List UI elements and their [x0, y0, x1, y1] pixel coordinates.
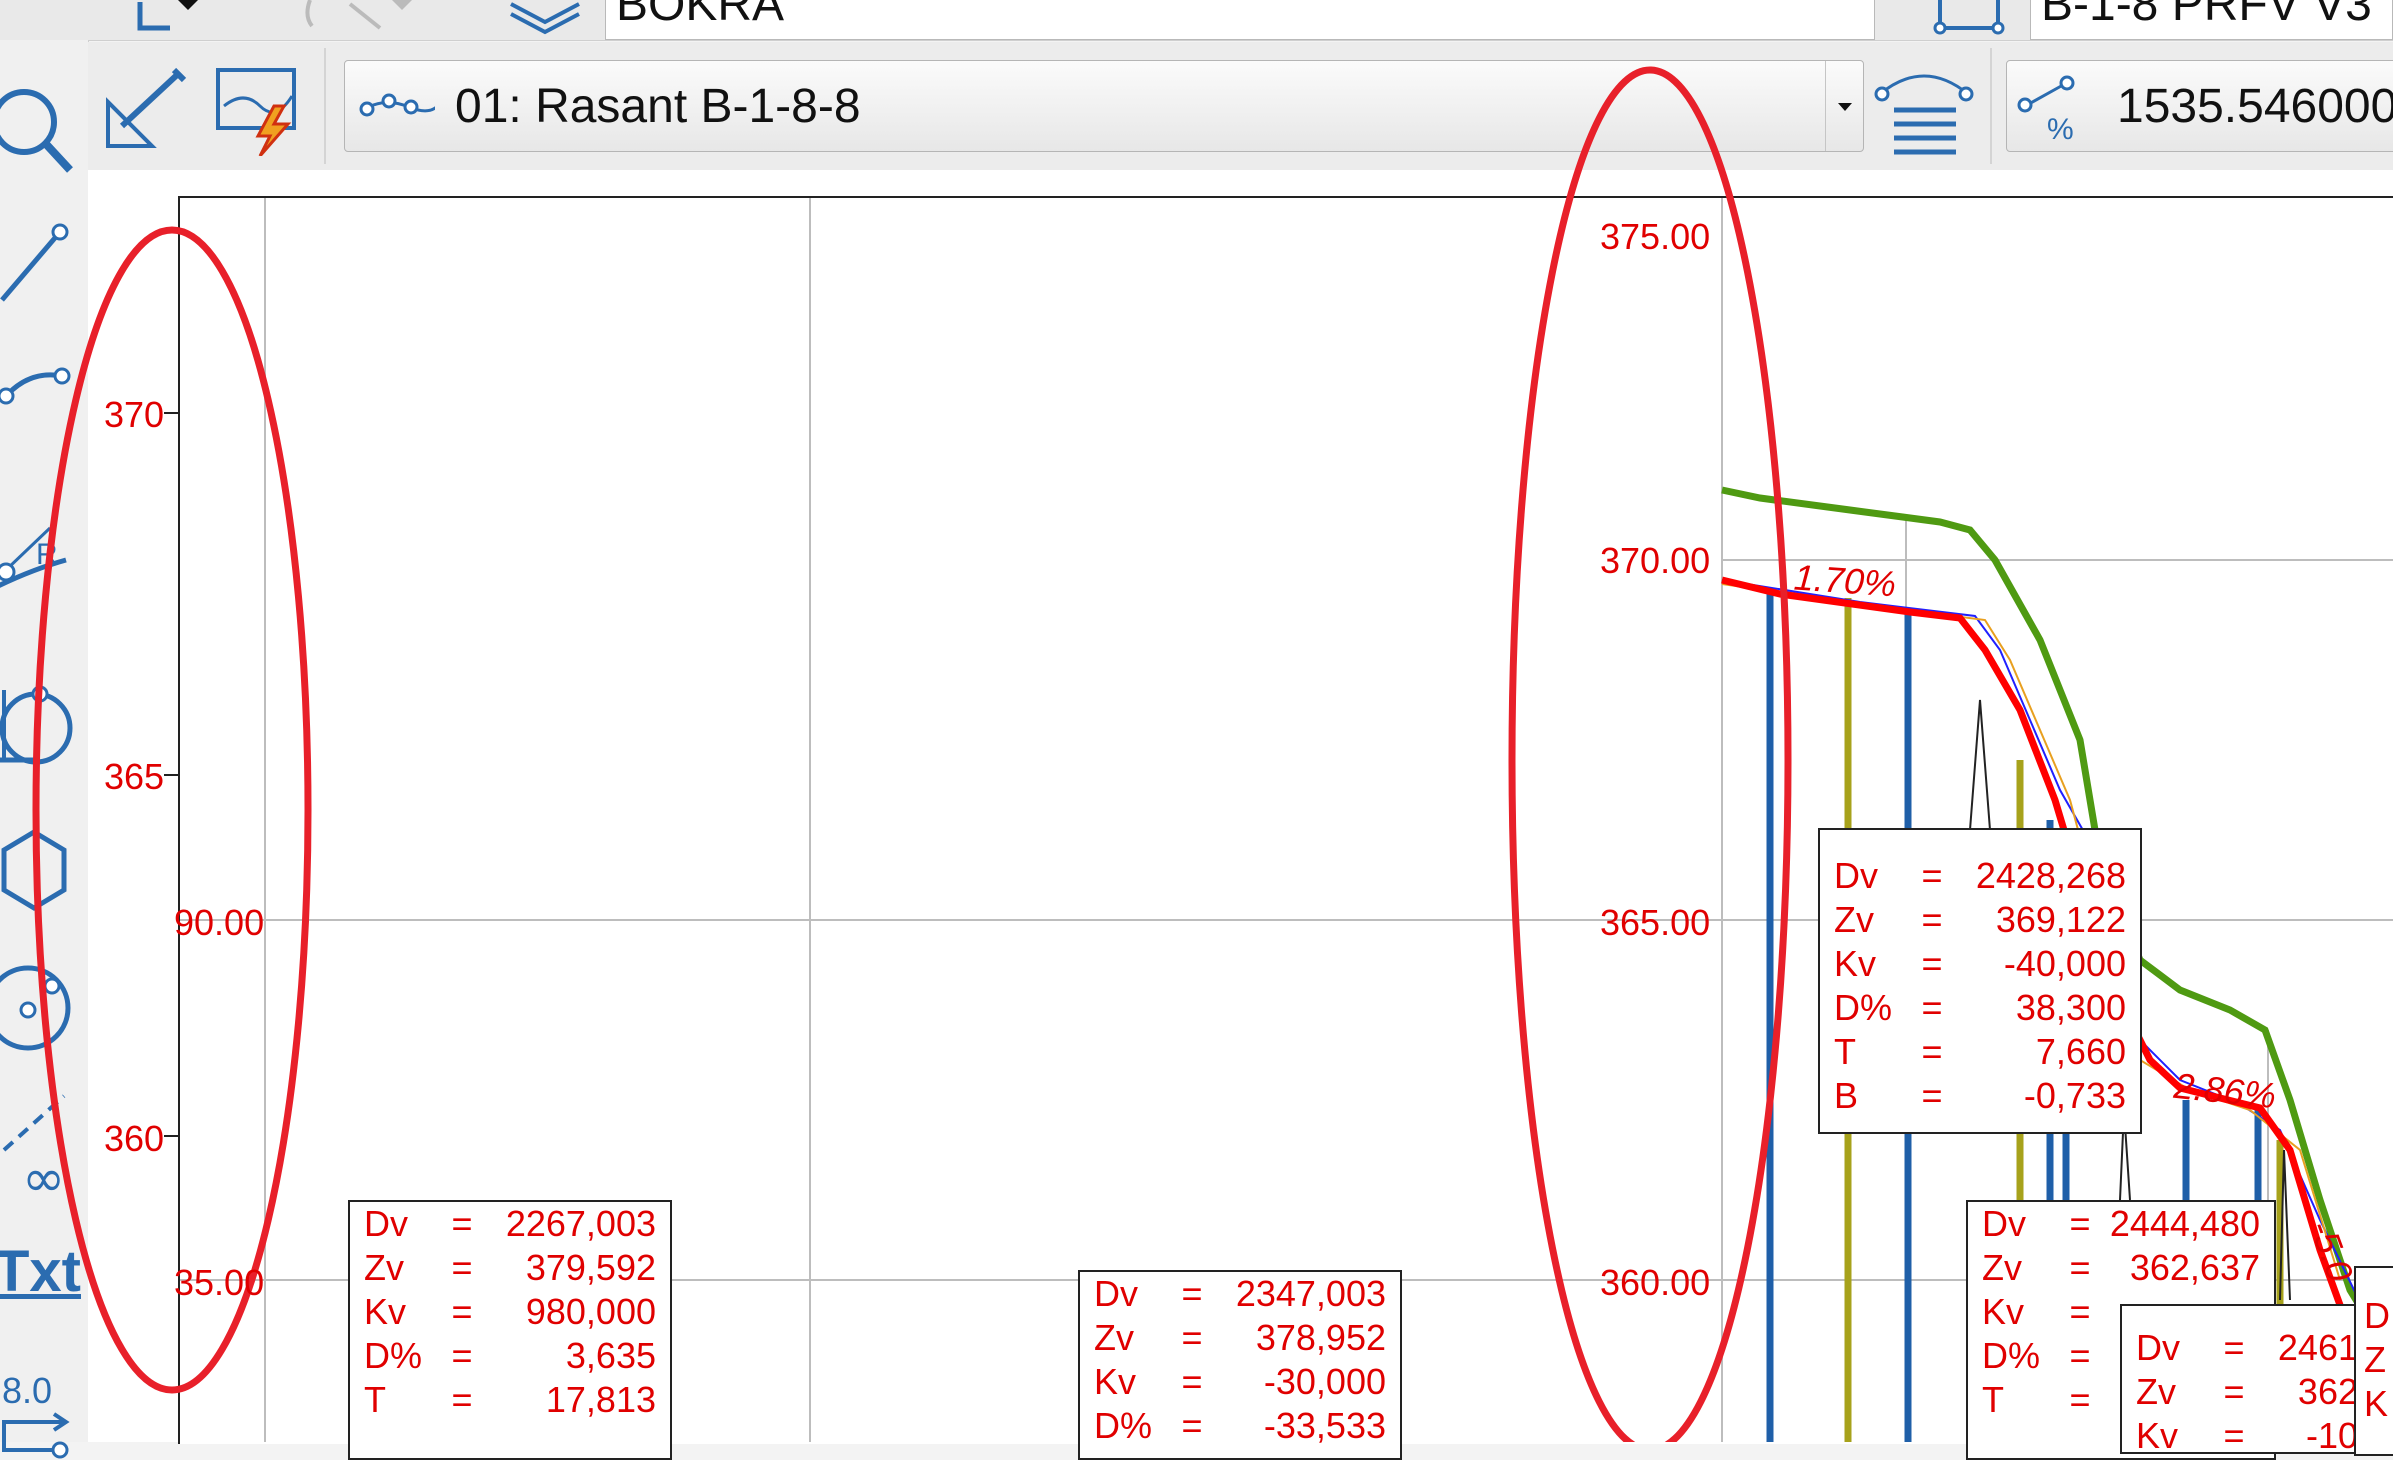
vertex-tag[interactable]: Dv = 2267,003 Zv = 379,592 Kv = 980,000 D% = 3,6…: [348, 1200, 672, 1460]
right-axis-label: 365.00: [1600, 902, 1711, 943]
left-axis-partial-label: 35.00: [174, 1262, 265, 1303]
right-axis-label: 375.00: [1600, 216, 1711, 257]
left-axis-partial-label: 90.00: [174, 902, 265, 943]
vertex-tag[interactable]: Dv = 2428,268 Zv = 369,122 Kv = -40,000 D% = 38,…: [1818, 828, 2142, 1134]
right-axis-label: 370.00: [1600, 540, 1711, 581]
annotation-ellipse-right: [1508, 66, 1792, 1442]
left-axis-label: 365: [104, 756, 165, 797]
vertex-tag[interactable]: Dv = 2347,003 Zv = 378,952 Kv = -30,000 D% = -33…: [1078, 1270, 1402, 1460]
vertex-tag[interactable]: Dv = 2461 Zv = 362 Kv = -10: [2120, 1304, 2360, 1456]
right-axis-label: 360.00: [1600, 1262, 1711, 1303]
left-axis-label: 360: [104, 1118, 165, 1159]
annotation-ellipse-left: [32, 226, 312, 1394]
grade-label: 1.70%: [1792, 556, 1898, 605]
vertex-tag[interactable]: D Z K: [2354, 1266, 2393, 1456]
left-axis-label: 370: [104, 394, 165, 435]
